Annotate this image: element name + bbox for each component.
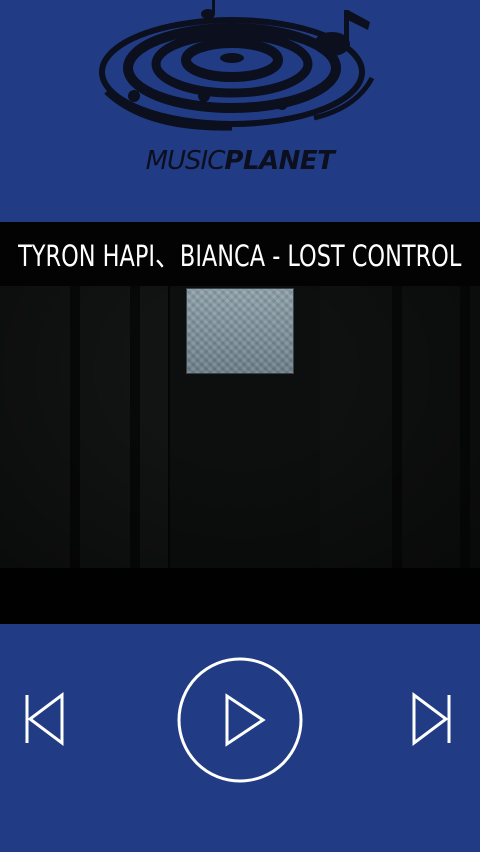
song-title: TYRON HAPI、BIANCA - LOST CONTROL <box>18 239 462 273</box>
app-header: MUSICPLANET <box>0 0 480 222</box>
video-vignette <box>0 286 480 568</box>
play-icon <box>177 657 303 783</box>
play-button[interactable] <box>176 656 304 784</box>
video-letterbox <box>0 568 480 624</box>
previous-button[interactable] <box>20 690 66 748</box>
video-frame <box>0 286 480 568</box>
next-button[interactable] <box>410 690 456 748</box>
player-controls <box>0 624 480 852</box>
vinyl-record-music-note-icon <box>99 0 375 131</box>
brand-wordmark: MUSICPLANET <box>0 146 480 176</box>
skip-previous-icon <box>25 692 64 746</box>
brand-word-planet: PLANET <box>224 146 335 176</box>
skip-next-icon <box>412 692 451 746</box>
now-playing-bar: TYRON HAPI、BIANCA - LOST CONTROL <box>0 222 480 286</box>
brand-word-music: MUSIC <box>145 146 226 176</box>
